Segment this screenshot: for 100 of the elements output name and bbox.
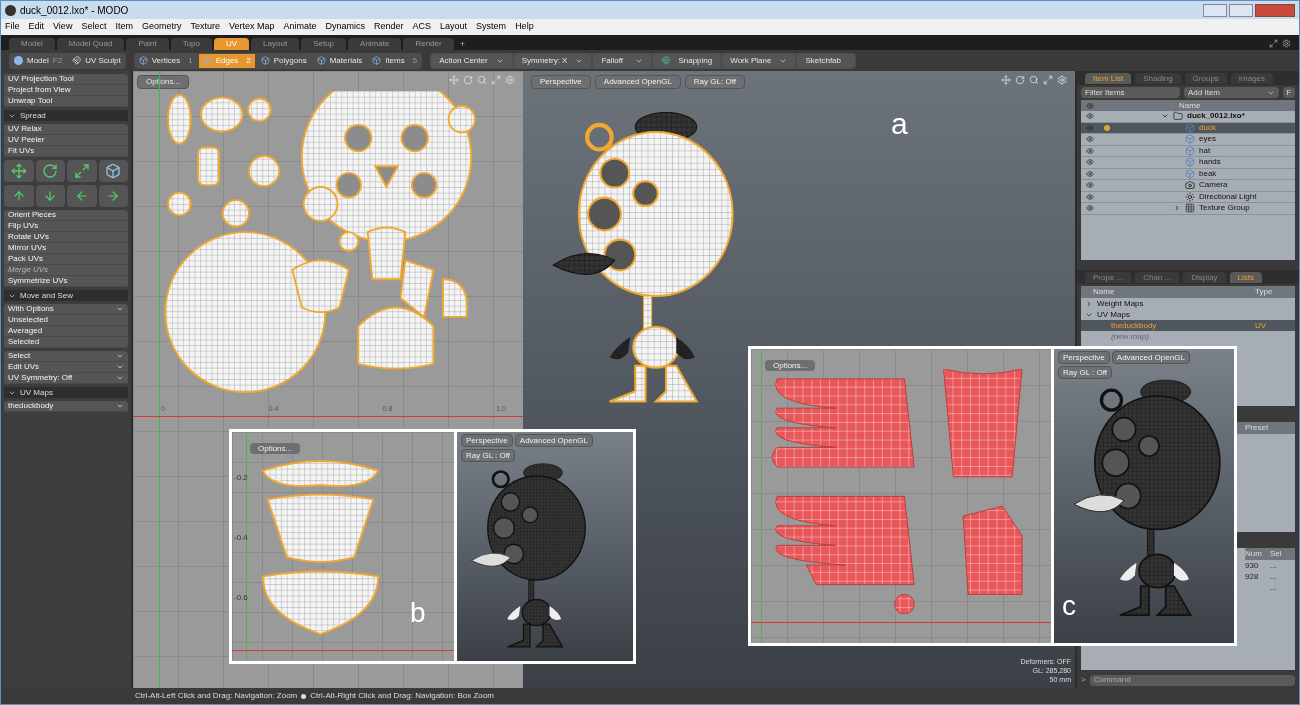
- tree-row[interactable]: Texture Group: [1081, 203, 1295, 215]
- zoom-icon[interactable]: [477, 75, 487, 85]
- maximize-icon[interactable]: [491, 75, 501, 85]
- tool-button[interactable]: Edit UVs: [4, 362, 128, 373]
- mode-button[interactable]: UV Sculpt: [68, 53, 125, 68]
- tool-button[interactable]: theduckbody: [4, 401, 128, 412]
- ray-gl-button[interactable]: Ray GL: Off: [684, 75, 745, 89]
- section-header[interactable]: Move and Sew: [4, 290, 128, 301]
- tool-button[interactable]: Mirror UVs: [4, 243, 128, 254]
- visibility-icon[interactable]: [1086, 192, 1094, 201]
- dropdown[interactable]: Symmetry: X: [513, 53, 592, 68]
- tree-row[interactable]: hands: [1081, 157, 1295, 169]
- visibility-icon[interactable]: [1086, 146, 1094, 155]
- menu-item[interactable]: Edit: [28, 20, 45, 34]
- collapse-icon[interactable]: [1173, 204, 1181, 213]
- collapse-icon[interactable]: [1085, 299, 1093, 308]
- command-field[interactable]: Command: [1089, 674, 1295, 686]
- tool-button[interactable]: Select: [4, 351, 128, 362]
- selection-mode-button[interactable]: Polygons: [256, 53, 311, 68]
- tool-icon-button[interactable]: [67, 160, 97, 182]
- item-name[interactable]: hands: [1199, 156, 1221, 169]
- item-name[interactable]: duck_0012.lxo*: [1187, 110, 1245, 123]
- menu-item[interactable]: Layout: [440, 20, 468, 34]
- filter-button[interactable]: F: [1283, 87, 1295, 98]
- menu-item[interactable]: Dynamics: [325, 20, 366, 34]
- selection-mode-button[interactable]: Vertices 1: [134, 53, 197, 68]
- layout-tab[interactable]: Topo: [170, 38, 212, 50]
- add-tab-button[interactable]: +: [455, 38, 469, 50]
- layout-tab[interactable]: Paint: [126, 38, 169, 50]
- rotate-icon[interactable]: [1015, 75, 1025, 85]
- menu-item[interactable]: Help: [515, 20, 534, 34]
- tool-button[interactable]: UV Symmetry: Off: [4, 373, 128, 384]
- settings-icon[interactable]: [1282, 39, 1291, 48]
- dropdown[interactable]: Action Center: [431, 53, 512, 68]
- menu-item[interactable]: Render: [374, 20, 404, 34]
- visibility-icon[interactable]: [1086, 158, 1094, 167]
- menu-item[interactable]: View: [53, 20, 73, 34]
- item-name[interactable]: beak: [1199, 167, 1217, 180]
- tool-button[interactable]: With Options: [4, 304, 128, 315]
- list-row[interactable]: theduckbody UV: [1081, 320, 1295, 331]
- tool-button[interactable]: Symmetrize UVs: [4, 276, 128, 287]
- perspective-button[interactable]: Perspective: [531, 75, 591, 89]
- menu-item[interactable]: System: [476, 20, 507, 34]
- visibility-icon[interactable]: [1086, 181, 1094, 190]
- layout-tab[interactable]: Layout: [251, 38, 300, 50]
- tool-icon-button[interactable]: [98, 185, 128, 207]
- section-header[interactable]: Spread: [4, 110, 128, 121]
- maximize-icon[interactable]: [1269, 39, 1278, 48]
- menu-item[interactable]: Item: [115, 20, 133, 34]
- tool-button[interactable]: Project from View: [4, 85, 128, 96]
- item-name[interactable]: Directional Light: [1199, 190, 1257, 203]
- item-name[interactable]: duck: [1199, 121, 1216, 134]
- options-button[interactable]: Options...: [765, 360, 816, 371]
- tool-button[interactable]: Fit UVs: [4, 146, 128, 157]
- options-button[interactable]: Options...: [250, 443, 301, 454]
- menu-item[interactable]: Geometry: [141, 20, 182, 34]
- menu-item[interactable]: Select: [81, 20, 107, 34]
- item-name[interactable]: Camera: [1199, 179, 1228, 192]
- ray-gl-button[interactable]: Ray GL : Off: [1058, 366, 1112, 379]
- menu-item[interactable]: ACS: [412, 20, 432, 34]
- list-row[interactable]: Weight Maps: [1081, 298, 1295, 309]
- tool-button[interactable]: Averaged: [4, 326, 128, 337]
- item-name[interactable]: Texture Group: [1199, 202, 1250, 215]
- tree-row[interactable]: duck_0012.lxo*: [1081, 111, 1295, 123]
- tool-button[interactable]: Flip UVs: [4, 221, 128, 232]
- list-row[interactable]: UV Maps: [1081, 309, 1295, 320]
- dropdown[interactable]: Work Plane: [722, 53, 796, 68]
- toolbar-button[interactable]: Snapping: [653, 53, 721, 68]
- tool-button[interactable]: Selected: [4, 337, 128, 348]
- menu-item[interactable]: Vertex Map: [228, 20, 275, 34]
- section-header[interactable]: UV Maps: [4, 387, 128, 398]
- item-name[interactable]: hat: [1199, 144, 1211, 157]
- item-name[interactable]: eyes: [1199, 133, 1216, 146]
- opengl-button[interactable]: Advanced OpenGL: [1111, 351, 1190, 364]
- tool-icon-button[interactable]: [35, 185, 65, 207]
- tool-button[interactable]: UV Relax: [4, 124, 128, 135]
- tool-button[interactable]: Rotate UVs: [4, 232, 128, 243]
- tool-button[interactable]: UV Peeler: [4, 135, 128, 146]
- tool-button[interactable]: Unwrap Tool: [4, 96, 128, 107]
- rotate-icon[interactable]: [463, 75, 473, 85]
- tree-row[interactable]: Camera: [1081, 180, 1295, 192]
- tool-button[interactable]: Pack UVs: [4, 254, 128, 265]
- pan-icon[interactable]: [449, 75, 459, 85]
- tree-row[interactable]: eyes: [1081, 134, 1295, 146]
- close-button[interactable]: [1255, 3, 1295, 17]
- ray-gl-button[interactable]: Ray GL : Off: [461, 449, 515, 462]
- layout-tab[interactable]: Model Quad: [56, 38, 125, 50]
- layout-tab[interactable]: Model: [9, 38, 55, 50]
- filter-field[interactable]: Filter Items: [1081, 87, 1180, 98]
- menu-item[interactable]: Texture: [190, 20, 220, 34]
- perspective-button[interactable]: Perspective: [1058, 351, 1110, 364]
- visibility-icon[interactable]: [1086, 204, 1094, 213]
- opengl-button[interactable]: Advanced OpenGL: [514, 434, 593, 447]
- visibility-icon[interactable]: [1086, 112, 1094, 121]
- tool-icon-button[interactable]: [4, 185, 34, 207]
- pan-icon[interactable]: [1001, 75, 1011, 85]
- menu-item[interactable]: Animate: [283, 20, 317, 34]
- visibility-icon[interactable]: [1086, 123, 1094, 132]
- tool-button[interactable]: UV Projection Tool: [4, 74, 128, 85]
- add-item-dropdown[interactable]: Add Item: [1184, 87, 1279, 98]
